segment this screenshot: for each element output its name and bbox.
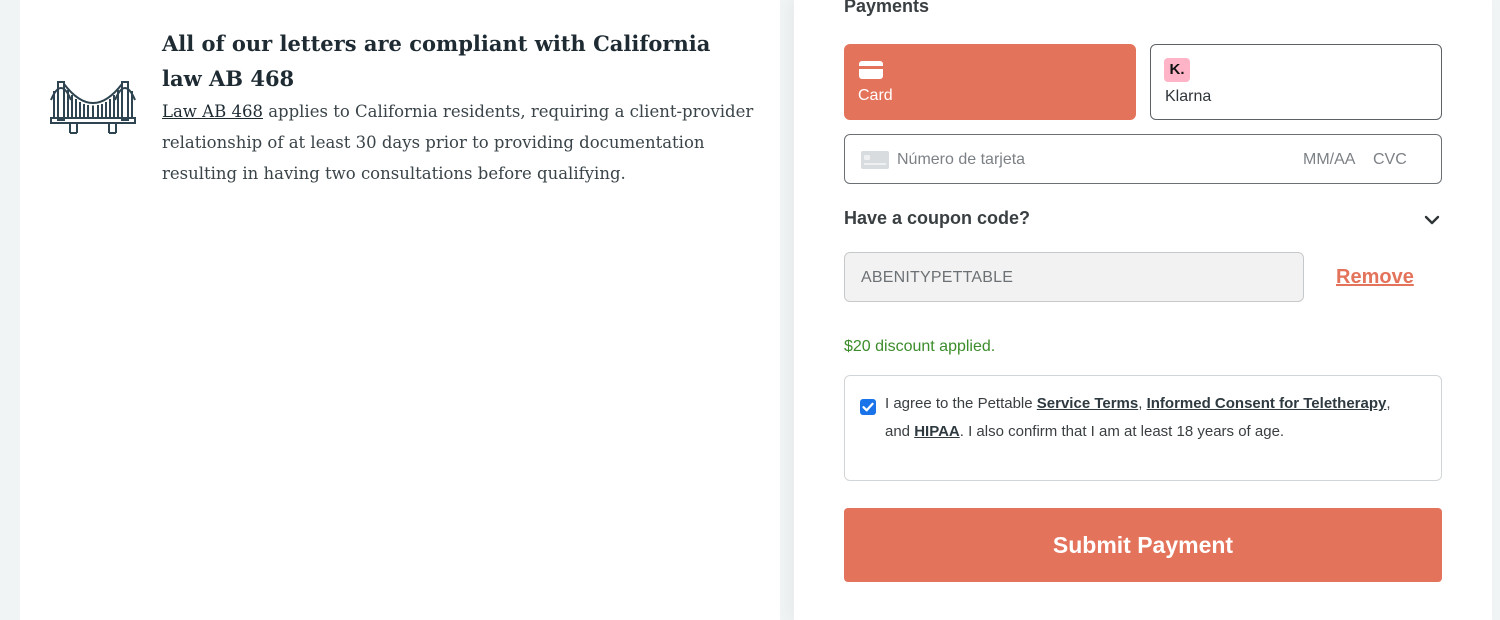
submit-payment-button[interactable]: Submit Payment: [844, 508, 1442, 582]
card-expiry-field[interactable]: MM/AA: [1303, 150, 1355, 170]
terms-prefix: I agree to the Pettable: [885, 395, 1037, 412]
hipaa-link[interactable]: HIPAA: [914, 423, 960, 440]
terms-agreement-box: I agree to the Pettable Service Terms, I…: [844, 375, 1442, 481]
law-ab468-link[interactable]: Law AB 468: [162, 102, 263, 121]
payment-method-card-label: Card: [858, 87, 893, 104]
payment-method-klarna[interactable]: K. Klarna: [1150, 44, 1442, 120]
info-body: Law AB 468 applies to California residen…: [162, 96, 762, 189]
coupon-toggle[interactable]: Have a coupon code?: [844, 206, 1442, 234]
credit-card-icon: [859, 61, 883, 79]
terms-suffix: . I also confirm that I am at least 18 y…: [959, 423, 1285, 440]
payment-method-card[interactable]: Card: [844, 44, 1136, 120]
chevron-down-icon: [1424, 215, 1440, 225]
coupon-toggle-label: Have a coupon code?: [844, 208, 1031, 228]
informed-consent-link[interactable]: Informed Consent for Teletherapy: [1147, 395, 1387, 412]
terms-text: I agree to the Pettable Service Terms, I…: [885, 390, 1415, 446]
klarna-logo-icon: K.: [1164, 58, 1190, 82]
remove-coupon-link[interactable]: Remove: [1336, 264, 1414, 290]
terms-checkbox[interactable]: [860, 399, 876, 415]
payment-method-klarna-label: Klarna: [1165, 88, 1212, 105]
info-title: All of our letters are compliant with Ca…: [162, 31, 711, 91]
coupon-code-value: ABENITYPETTABLE: [861, 269, 1014, 286]
terms-sep1: ,: [1138, 395, 1147, 412]
card-number-field[interactable]: Número de tarjeta MM/AA CVC: [844, 134, 1442, 184]
service-terms-link[interactable]: Service Terms: [1037, 395, 1138, 412]
card-number-placeholder: Número de tarjeta: [897, 151, 1026, 168]
golden-gate-bridge-icon: [50, 81, 136, 134]
payments-heading: Payments: [844, 0, 930, 16]
discount-message: $20 discount applied.: [844, 338, 996, 355]
generic-card-icon: [861, 151, 889, 169]
coupon-code-input[interactable]: ABENITYPETTABLE: [844, 252, 1304, 302]
card-cvc-field[interactable]: CVC: [1373, 150, 1407, 170]
